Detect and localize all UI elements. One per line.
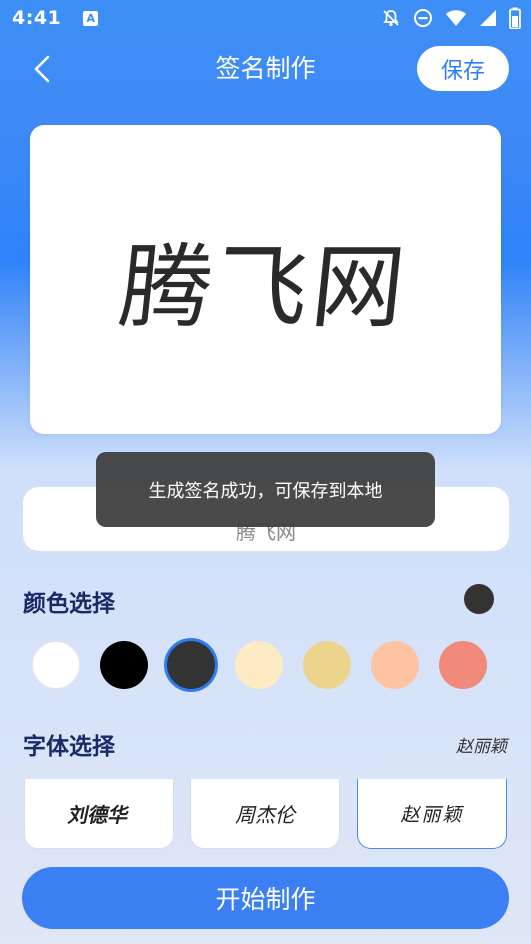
color-swatch-white[interactable]	[32, 641, 80, 689]
status-icons	[381, 7, 521, 29]
color-swatch-cream[interactable]	[235, 641, 283, 689]
color-swatch-coral[interactable]	[439, 641, 487, 689]
app-notification-icon: A	[83, 10, 99, 26]
mute-bell-icon	[383, 10, 399, 27]
toast-message: 生成签名成功，可保存到本地	[96, 452, 435, 527]
color-section-title: 颜色选择	[23, 591, 115, 617]
do-not-disturb-icon	[414, 9, 432, 27]
status-bar: 4:41 A	[0, 0, 531, 36]
battery-icon	[509, 7, 521, 29]
signature-preview-text: 腾飞网	[115, 234, 415, 341]
wifi-icon	[446, 10, 466, 26]
signature-preview-card: 腾飞网	[30, 125, 501, 434]
font-option-label: 赵丽颖	[400, 804, 464, 826]
status-time: 4:41	[12, 7, 62, 29]
font-option-3[interactable]: 赵丽颖	[357, 779, 507, 849]
color-swatch-black[interactable]	[100, 641, 148, 689]
font-section-title: 字体选择	[23, 734, 115, 760]
color-swatch-peach[interactable]	[371, 641, 419, 689]
font-option-label: 周杰伦	[235, 803, 295, 827]
color-swatch-gold[interactable]	[303, 641, 351, 689]
signal-icon	[480, 10, 496, 26]
current-color-indicator	[464, 584, 494, 614]
save-button[interactable]: 保存	[417, 46, 509, 91]
start-button[interactable]: 开始制作	[22, 867, 509, 929]
font-option-label: 刘德华	[66, 803, 132, 827]
current-font-label: 赵丽颖	[456, 737, 507, 757]
font-option-2[interactable]: 周杰伦	[190, 779, 340, 849]
font-option-1[interactable]: 刘德华	[24, 779, 174, 849]
color-swatch-dark-gray[interactable]	[167, 641, 215, 689]
